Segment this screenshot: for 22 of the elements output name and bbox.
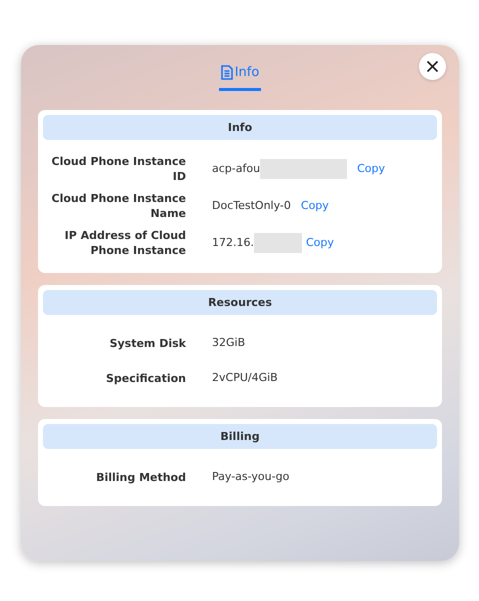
field-value: Pay-as-you-go <box>212 468 290 485</box>
field-label: Cloud Phone Instance Name <box>50 191 186 221</box>
field-label: Specification <box>104 370 186 386</box>
field-label: System Disk <box>108 336 186 350</box>
copy-link[interactable]: Copy <box>300 198 329 214</box>
field-value: 172.16. <box>212 234 254 251</box>
field-label: IP Address of Cloud Phone Instance <box>64 228 186 258</box>
section-header: Billing <box>43 424 437 449</box>
copy-link[interactable]: Copy <box>306 234 334 252</box>
field-value: DocTestOnly-0 <box>212 198 291 214</box>
field-value: 32GiB <box>212 334 246 351</box>
section-header: Resources <box>43 290 437 315</box>
field-label: Cloud Phone Instance ID <box>50 154 186 184</box>
field-value: 2vCPU/4GiB <box>212 370 278 386</box>
close-icon <box>426 60 439 73</box>
copy-link[interactable]: Copy <box>357 160 385 178</box>
document-icon <box>220 65 233 80</box>
field-label: Billing Method <box>95 470 186 484</box>
close-button[interactable] <box>419 53 446 80</box>
tab[interactable]: Info <box>218 61 262 91</box>
field-value: acp-afou <box>212 160 260 177</box>
section-header: Info <box>43 115 437 140</box>
